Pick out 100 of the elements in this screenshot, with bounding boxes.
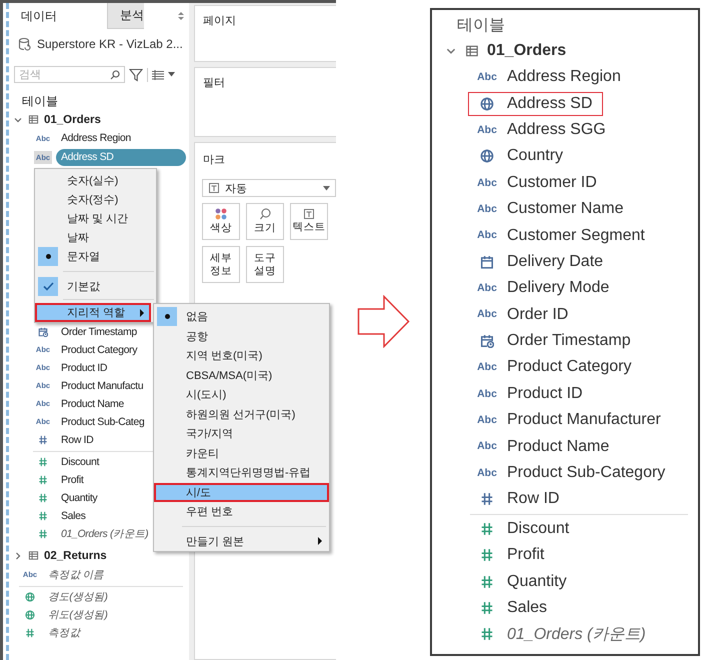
calendar-clock-icon [38,327,48,337]
field-item[interactable]: Country [507,147,564,166]
text-mark-icon [209,183,219,193]
field-item[interactable]: Product ID [56,360,112,376]
hash-icon [25,628,35,638]
field-item[interactable]: Discount [56,454,104,470]
field-item[interactable]: Product Manufacturer [507,411,661,430]
globe-icon [480,149,494,164]
field-item[interactable]: Discount [507,520,570,538]
field-item[interactable]: Profit [507,546,544,564]
menu-item[interactable]: 시/도 [154,482,329,502]
text-mark-icon [304,209,314,220]
search-icon [110,70,120,80]
dropdown-caret-icon[interactable] [168,72,175,77]
submenu-arrow-icon [139,308,145,316]
size-circle-icon [259,208,271,220]
field-item[interactable]: Profit [56,472,88,488]
mark-property-button[interactable]: 도구 설명 [246,246,284,283]
hash-icon [480,574,494,589]
table-name[interactable]: 01_Orders [44,114,101,126]
abc-type-icon: Abc [477,124,497,136]
field-item[interactable]: Customer Name [507,200,624,218]
field-item[interactable]: Delivery Date [507,252,604,271]
field-item[interactable]: Sales [507,599,548,617]
search-field[interactable]: 검색 [14,66,125,83]
field-item[interactable]: 01_Orders (카운트) [507,624,646,645]
menu-item[interactable]: 카운티 [154,444,329,463]
table-icon [28,550,39,561]
datasource-name: Superstore KR - VizLab 2... [37,37,183,51]
field-item[interactable]: Address SD [507,94,592,113]
section-title: 테이블 [456,16,506,36]
collapse-caret-icon[interactable] [13,550,23,560]
mark-property-button[interactable]: 색상 [202,203,240,240]
calendar-icon [480,254,494,269]
abc-type-icon: Abc [477,309,497,320]
menu-item[interactable]: 하원의원 선거구(미국) [154,404,329,424]
field-item[interactable]: 위도(생성됨) [43,606,113,624]
menu-item[interactable]: 통계지역단위명명법-유럽 [154,463,329,482]
field-item[interactable]: Sales [56,508,91,524]
field-item[interactable]: Order ID [507,306,568,324]
hash-icon [38,475,48,485]
field-item[interactable]: Product Sub-Categ [56,414,150,430]
tab[interactable]: 분석 [108,3,144,29]
field-item[interactable]: Order Timestamp [507,332,631,350]
field-item[interactable]: Address SGG [507,120,606,139]
field-item[interactable]: Order Timestamp [56,324,142,340]
menu-item[interactable]: 지리적 역할 [35,303,151,322]
field-item[interactable]: Quantity [507,572,567,591]
menu-item[interactable]: 숫자(정수) [35,190,156,209]
mark-property-button[interactable]: 텍스트 [290,203,328,240]
hash-icon [38,511,48,521]
menu-item[interactable]: 기본값 [35,277,156,296]
field-item[interactable]: Product Category [507,358,632,376]
field-item[interactable]: 측정값 [43,624,85,642]
mark-property-button[interactable]: 크기 [246,203,284,240]
table-name[interactable]: 01_Orders [487,42,566,60]
field-item[interactable]: Customer Segment [507,226,645,245]
menu-item[interactable]: 문자열 [35,247,156,266]
menu-item[interactable]: 시(도시) [154,385,329,404]
field-item[interactable]: Product Sub-Category [507,464,666,482]
field-item[interactable]: Quantity [56,490,102,506]
menu-item[interactable]: 만들기 원본 [154,532,329,551]
menu-item[interactable]: 날짜 및 시간 [35,209,156,228]
hash-icon [480,522,494,536]
table-name[interactable]: 02_Returns [44,550,107,562]
menu-item[interactable]: 날짜 [35,228,156,247]
list-view-icon[interactable] [152,70,164,80]
menu-item[interactable]: 국가/지역 [154,424,329,444]
field-item[interactable]: Row ID [507,490,560,508]
field-item[interactable]: Address Region [507,68,621,86]
menu-item[interactable]: 지역 번호(미국) [154,346,329,366]
filter-icon[interactable] [129,68,143,82]
field-item[interactable]: Product ID [507,384,583,403]
hash-icon [38,529,48,539]
field-item[interactable]: Delivery Mode [507,279,610,298]
field-item[interactable]: 경도(생성됨) [43,588,113,606]
field-item[interactable]: Product Name [507,438,610,456]
hash-icon [480,548,494,562]
field-item[interactable]: 01_Orders (카운트) [56,526,154,542]
menu-item[interactable]: 없음 [154,307,329,326]
table-icon [28,114,39,125]
menu-item[interactable]: 공항 [154,326,329,346]
shelf-title: 필터 [203,76,226,90]
mark-property-button[interactable]: 세부 정보 [202,246,240,283]
menu-item[interactable]: CBSA/MSA(미국) [154,366,329,385]
mark-type-dropdown[interactable]: 자동 [202,179,336,197]
field-item[interactable]: Address Region [56,130,136,147]
field-item[interactable]: 측정값 이름 [43,566,109,584]
field-item[interactable]: Product Manufactu [56,378,148,394]
menu-item[interactable]: 숫자(실수) [35,171,156,190]
hash-icon [480,627,494,642]
field-item[interactable]: Customer ID [507,174,597,192]
abc-type-icon: Abc [477,362,497,373]
field-item[interactable]: Product Category [56,342,142,358]
field-item[interactable]: Row ID [56,432,98,448]
menu-item[interactable]: 우편 번호 [154,502,329,522]
datasource-icon [17,37,31,51]
table-icon [465,44,479,58]
field-item[interactable]: Product Name [56,396,129,412]
pane-menu-icon[interactable] [178,12,184,20]
